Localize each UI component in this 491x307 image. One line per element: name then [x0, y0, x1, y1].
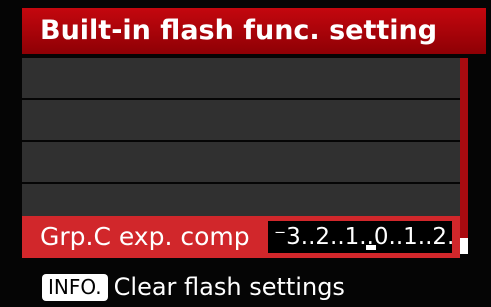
menu-row-3[interactable] — [22, 142, 460, 182]
value-marker-icon — [366, 245, 376, 250]
menu-item-grp-c-exp-comp[interactable]: Grp.C exp. comp ⁻3..2..1..0..1..2.⁺3 — [22, 216, 460, 258]
camera-menu-screen: Built-in flash func. setting Grp.C exp. … — [0, 0, 491, 307]
exposure-comp-value: ⁻3..2..1..0..1..2.⁺3 — [274, 224, 452, 250]
info-button[interactable]: INFO. — [42, 273, 108, 301]
page-title: Built-in flash func. setting — [22, 8, 486, 54]
scrollbar[interactable] — [460, 58, 468, 254]
menu-row-1[interactable] — [22, 58, 460, 98]
menu-item-label: Grp.C exp. comp — [40, 222, 250, 251]
footer-hint-text: Clear flash settings — [113, 273, 345, 301]
footer-hint: INFO. Clear flash settings — [42, 270, 345, 304]
menu-row-2[interactable] — [22, 100, 460, 140]
exposure-comp-scale[interactable]: ⁻3..2..1..0..1..2.⁺3 — [268, 221, 452, 253]
